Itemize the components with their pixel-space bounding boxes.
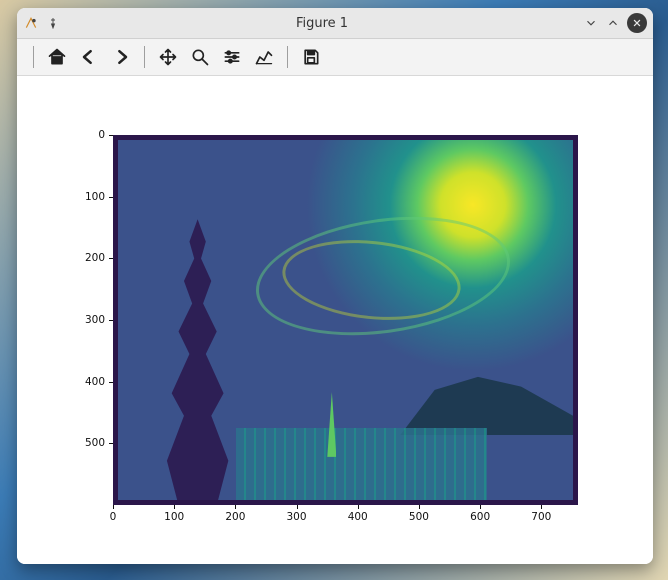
home-button[interactable] [42,42,72,72]
figure-window: Figure 1 [17,8,653,564]
figure-canvas[interactable]: 0 100 200 300 400 500 0 100 200 300 400 … [17,76,653,564]
y-tick-label: 400 [25,376,105,388]
minimize-button[interactable] [583,15,599,31]
window-title: Figure 1 [65,16,579,31]
x-tick-label: 400 [343,511,373,523]
titlebar: Figure 1 [17,8,653,39]
back-button[interactable] [74,42,104,72]
x-tick-label: 300 [282,511,312,523]
maximize-button[interactable] [605,15,621,31]
x-tick-label: 200 [220,511,250,523]
pin-icon[interactable] [45,15,61,31]
x-tick-label: 600 [465,511,495,523]
x-tick-label: 500 [404,511,434,523]
forward-button[interactable] [106,42,136,72]
x-tick-label: 100 [159,511,189,523]
app-icon [23,15,39,31]
village-decoration [236,428,486,500]
y-tick-label: 0 [25,129,105,141]
cypress-decoration [164,219,232,500]
save-button[interactable] [296,42,326,72]
configure-subplots-button[interactable] [217,42,247,72]
y-tick-label: 500 [25,437,105,449]
separator [287,46,288,68]
matplotlib-toolbar [17,39,653,76]
zoom-button[interactable] [185,42,215,72]
y-tick-label: 100 [25,191,105,203]
imshow-content [118,140,573,500]
x-tick-label: 0 [98,511,128,523]
y-tick-label: 300 [25,314,105,326]
axes: 0 100 200 300 400 500 0 100 200 300 400 … [113,135,578,505]
close-button[interactable] [627,13,647,33]
hill-decoration [400,370,573,435]
x-tick-label: 700 [526,511,556,523]
pan-button[interactable] [153,42,183,72]
image-plot [113,135,578,505]
steeple-decoration [327,392,336,457]
edit-axis-button[interactable] [249,42,279,72]
separator [33,46,34,68]
separator [144,46,145,68]
y-tick-label: 200 [25,252,105,264]
